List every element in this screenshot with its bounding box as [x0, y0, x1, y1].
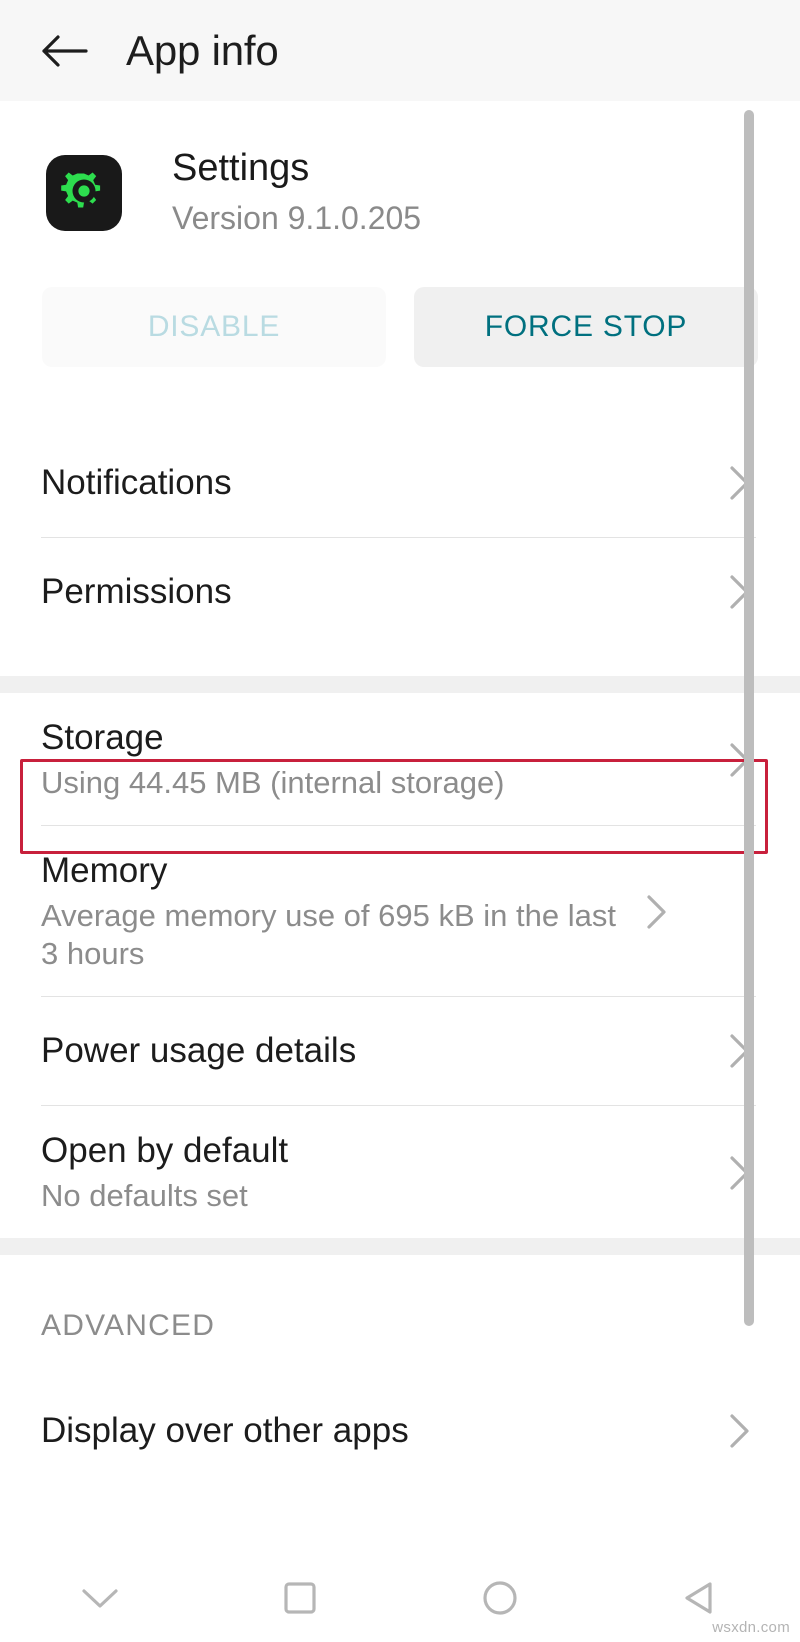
list-item-storage[interactable]: Storage Using 44.45 MB (internal storage… — [0, 693, 800, 825]
chevron-right-icon — [641, 894, 673, 930]
circle-icon — [481, 1579, 519, 1622]
list-item-power-usage-details[interactable]: Power usage details — [0, 997, 800, 1105]
app-name: Settings — [172, 147, 310, 189]
disable-button[interactable]: DISABLE — [42, 287, 386, 367]
app-meta: Settings Version 9.1.0.205 — [172, 147, 422, 236]
list-item-subtitle: Using 44.45 MB (internal storage) — [41, 765, 505, 801]
settings-group-advanced: ADVANCED Display over other apps — [0, 1255, 800, 1485]
arrow-left-icon — [40, 31, 88, 71]
list-item-texts: Memory Average memory use of 695 kB in t… — [41, 851, 641, 973]
list-item-title: Notifications — [41, 462, 232, 502]
list-item-subtitle: No defaults set — [41, 1178, 248, 1214]
chevron-right-icon — [724, 1413, 756, 1449]
list-item-title: Storage — [41, 717, 164, 757]
nav-recents-button[interactable] — [200, 1559, 400, 1642]
settings-group-usage: Storage Using 44.45 MB (internal storage… — [0, 693, 800, 1238]
square-icon — [282, 1580, 318, 1621]
list-item-title: Display over other apps — [41, 1410, 409, 1450]
chevron-down-icon — [78, 1583, 122, 1618]
list-item-memory[interactable]: Memory Average memory use of 695 kB in t… — [0, 826, 800, 996]
list-item-open-by-default[interactable]: Open by default No defaults set — [0, 1106, 800, 1238]
list-item-permissions[interactable]: Permissions — [0, 538, 800, 646]
list-item-notifications[interactable]: Notifications — [0, 429, 800, 537]
system-navigation-bar — [0, 1559, 800, 1642]
list-item-subtitle: Average memory use of 695 kB in the last… — [41, 898, 616, 972]
list-item-texts: Notifications — [41, 463, 724, 503]
app-info-screen: App info Settings Version 9.1.0.205 DISA… — [0, 0, 800, 1642]
nav-hide-keyboard-button[interactable] — [0, 1559, 200, 1642]
list-item-title: Permissions — [41, 571, 232, 611]
settings-group-primary: Notifications Permissions — [0, 429, 800, 646]
app-identity: Settings Version 9.1.0.205 — [0, 101, 800, 281]
group-heading-advanced: ADVANCED — [41, 1309, 216, 1342]
list-item-texts: Storage Using 44.45 MB (internal storage… — [41, 718, 724, 802]
list-item-title: Open by default — [41, 1130, 289, 1170]
app-bar: App info — [0, 0, 800, 101]
app-version: Version 9.1.0.205 — [172, 199, 422, 236]
list-item-title: Power usage details — [41, 1030, 357, 1070]
app-icon — [46, 155, 122, 231]
back-button[interactable] — [26, 13, 102, 89]
settings-gear-icon — [58, 165, 110, 222]
list-item-texts: Permissions — [41, 572, 724, 612]
section-separator — [0, 676, 800, 693]
site-watermark: wsxdn.com — [712, 1619, 790, 1636]
triangle-left-icon — [681, 1579, 719, 1622]
section-separator — [0, 1238, 800, 1255]
action-buttons: DISABLE FORCE STOP — [0, 287, 800, 367]
list-item-texts: Open by default No defaults set — [41, 1131, 724, 1215]
scroll-content[interactable]: Settings Version 9.1.0.205 DISABLE FORCE… — [0, 101, 800, 1559]
list-item-texts: Power usage details — [41, 1031, 724, 1071]
page-title: App info — [126, 26, 279, 74]
list-item-display-over-other-apps[interactable]: Display over other apps — [0, 1377, 800, 1485]
force-stop-button[interactable]: FORCE STOP — [414, 287, 758, 367]
nav-home-button[interactable] — [400, 1559, 600, 1642]
list-item-texts: Display over other apps — [41, 1411, 724, 1451]
list-item-title: Memory — [41, 851, 168, 891]
scrollbar-thumb[interactable] — [744, 110, 754, 1326]
